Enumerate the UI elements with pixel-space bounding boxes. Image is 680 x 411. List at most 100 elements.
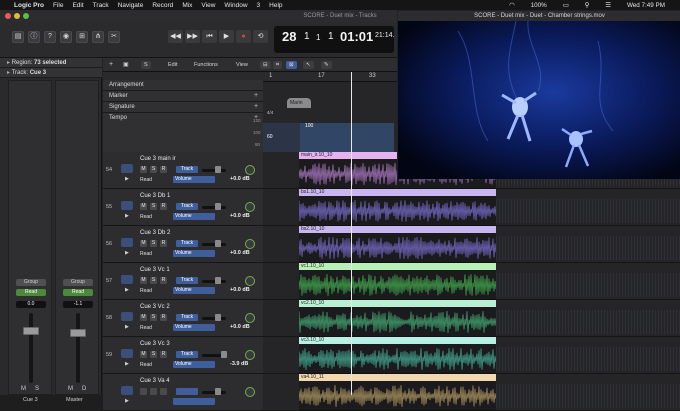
pan-knob[interactable]	[245, 313, 255, 323]
toolbar-icon[interactable]: ◉	[60, 31, 72, 43]
automation-mode[interactable]: Read	[140, 325, 152, 331]
automation-value[interactable]: +0.0 dB	[230, 287, 250, 293]
record-enable-button[interactable]: R	[160, 240, 167, 247]
pan-knob[interactable]	[245, 202, 255, 212]
inspector-icon[interactable]: ⓘ	[28, 31, 40, 43]
menu-mix[interactable]: Mix	[182, 2, 192, 9]
play-icon[interactable]: ▶	[219, 30, 234, 43]
group-slot[interactable]: Group	[63, 279, 93, 286]
track-name[interactable]: Cue 3 Db 2	[140, 230, 170, 236]
audio-region[interactable]: bs2.10_10	[299, 226, 496, 263]
track-header[interactable]: 59 Cue 3 Vc 3 M S R Track ▶ Read Volume …	[103, 337, 263, 374]
menu-edit[interactable]: Edit	[72, 2, 83, 9]
global-arrangement[interactable]: Arrangement	[103, 80, 263, 91]
pan-knob[interactable]	[245, 165, 255, 175]
menu-record[interactable]: Record	[152, 2, 173, 9]
track-automation-button[interactable]: Track	[176, 277, 198, 284]
track-name[interactable]: Cue 3 main ir	[140, 156, 176, 162]
solo-button[interactable]: S	[35, 386, 39, 392]
automation-mode[interactable]: Read	[140, 362, 152, 368]
add-marker-icon[interactable]: +	[254, 92, 258, 99]
audio-region[interactable]: vc1.10_10	[299, 263, 496, 300]
automation-mode[interactable]: Read	[140, 251, 152, 257]
track-name[interactable]: Cue 3 Va 4	[140, 378, 170, 384]
solo-button[interactable]: S	[150, 203, 157, 210]
track-name[interactable]: Cue 3 Db 1	[140, 193, 170, 199]
pan-knob[interactable]	[245, 387, 255, 397]
library-icon[interactable]: ▤	[12, 31, 24, 43]
track-name[interactable]: Cue 3 Vc 3	[140, 341, 170, 347]
edit-menu[interactable]: Edit	[165, 61, 180, 69]
playhead[interactable]	[351, 72, 352, 395]
volume-fader-knob[interactable]	[70, 329, 86, 337]
global-signature[interactable]: Signature	[103, 102, 263, 113]
automation-mode[interactable]: Read	[140, 288, 152, 294]
solo-button[interactable]: S	[150, 351, 157, 358]
mute-button[interactable]: M	[140, 240, 147, 247]
lcd-display[interactable]: 28 1 1 1 01:01 21:14.	[274, 26, 394, 53]
volume-slider[interactable]	[202, 206, 226, 209]
automation-mode[interactable]: Read	[16, 289, 46, 296]
movie-window[interactable]: SCORE - Duet mix - Duet - Chamber string…	[397, 10, 680, 179]
solo-button[interactable]: S	[150, 277, 157, 284]
inspector-track-row[interactable]: ▸ Track: Cue 3	[0, 68, 102, 78]
menu-window[interactable]: Window	[224, 2, 247, 9]
audio-region[interactable]: vc2.10_10	[299, 300, 496, 337]
marker-region[interactable]: Marin	[287, 98, 311, 108]
menu-app-name[interactable]: Logic Pro	[14, 2, 44, 9]
solo-button[interactable]	[150, 388, 157, 395]
mute-button[interactable]: M	[21, 386, 26, 392]
track-name[interactable]: Cue 3 Vc 2	[140, 304, 170, 310]
record-enable-button[interactable]: R	[160, 351, 167, 358]
volume-slider-knob[interactable]	[215, 203, 221, 210]
track-header[interactable]: 58 Cue 3 Vc 2 M S R Track ▶ Read Volume …	[103, 300, 263, 337]
automation-value[interactable]: +0.0 dB	[230, 250, 250, 256]
track-name[interactable]: Cue 3 Vc 1	[140, 267, 170, 273]
cycle-icon[interactable]: ⟲	[253, 30, 268, 43]
dim-button[interactable]: D	[82, 386, 86, 392]
functions-menu[interactable]: Functions	[191, 61, 221, 69]
track-automation-button[interactable]: Track	[176, 351, 198, 358]
track-header[interactable]: 57 Cue 3 Vc 1 M S R Track ▶ Read Volume …	[103, 263, 263, 300]
mute-button[interactable]: M	[68, 386, 73, 392]
menu-track[interactable]: Track	[93, 2, 109, 9]
track-automation-button[interactable]: Track	[176, 240, 198, 247]
menu-file[interactable]: File	[53, 2, 63, 9]
record-enable-button[interactable]: R	[160, 166, 167, 173]
audio-region[interactable]: va4.10_11	[299, 374, 496, 411]
track-automation-button[interactable]: Track	[176, 203, 198, 210]
automation-value[interactable]: +0.0 dB	[230, 176, 250, 182]
signature-value[interactable]: 4/4	[267, 110, 273, 115]
track-lane[interactable]: vc2.10_10	[263, 300, 680, 337]
record-icon[interactable]: ●	[236, 30, 251, 43]
global-marker[interactable]: Marker	[103, 91, 263, 102]
volume-slider[interactable]	[202, 169, 226, 172]
track-header-icon[interactable]: ▣	[123, 61, 129, 68]
disclosure-icon[interactable]: ▶	[125, 287, 129, 293]
automation-value[interactable]: +0.0 dB	[230, 324, 250, 330]
record-enable-button[interactable]: R	[160, 277, 167, 284]
menu-3[interactable]: 3	[257, 2, 261, 9]
solo-button[interactable]: S	[150, 314, 157, 321]
track-lane[interactable]: bs2.10_10	[263, 226, 680, 263]
automation-parameter[interactable]: Volume	[173, 213, 215, 220]
menu-view[interactable]: View	[201, 2, 215, 9]
close-window-button[interactable]	[5, 13, 11, 19]
volume-readout[interactable]: 0.0	[16, 301, 46, 308]
disclosure-icon[interactable]: ▶	[125, 324, 129, 330]
automation-mode[interactable]: Read	[63, 289, 93, 296]
volume-slider[interactable]	[202, 243, 226, 246]
track-lane[interactable]: vc3.10_10	[263, 337, 680, 374]
automation-value[interactable]: -3.9 dB	[230, 361, 248, 367]
volume-fader-knob[interactable]	[23, 327, 39, 335]
track-header[interactable]: Cue 3 Va 4 ▶	[103, 374, 263, 411]
s-button[interactable]: S	[141, 61, 151, 69]
volume-slider-knob[interactable]	[215, 277, 221, 284]
solo-button[interactable]: S	[150, 166, 157, 173]
inspector-region-row[interactable]: ▸ Region: 73 selected	[0, 58, 102, 68]
mixer-icon[interactable]: ⋔	[92, 31, 104, 43]
minimize-window-button[interactable]	[14, 13, 20, 19]
volume-slider-knob[interactable]	[215, 388, 221, 395]
disclosure-icon[interactable]: ▶	[125, 176, 129, 182]
automation-parameter[interactable]: Volume	[173, 287, 215, 294]
